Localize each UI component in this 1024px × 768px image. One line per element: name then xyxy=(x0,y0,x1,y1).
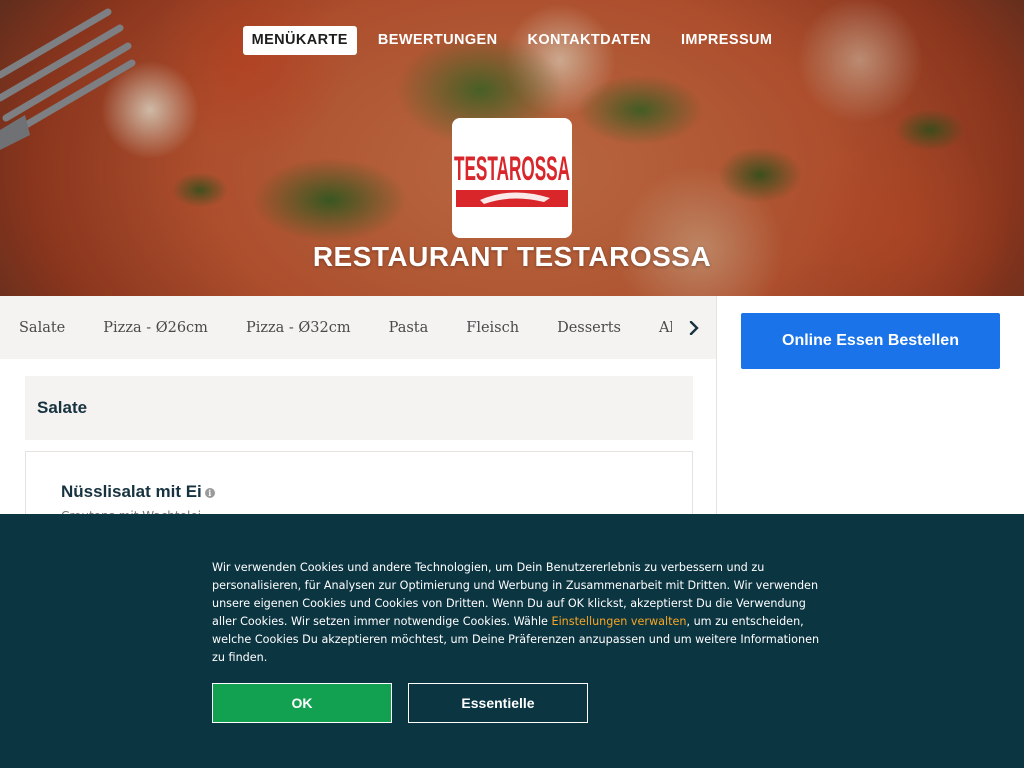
order-online-button[interactable]: Online Essen Bestellen xyxy=(741,313,1000,369)
manage-settings-link[interactable]: Einstellungen verwalten xyxy=(552,615,687,628)
menu-item-name: Nüsslisalat mit Ei xyxy=(61,482,202,501)
menu-section-header: Salate xyxy=(25,376,693,440)
nav-kontaktdaten[interactable]: KONTAKTDATEN xyxy=(518,26,659,55)
nav-impressum[interactable]: IMPRESSUM xyxy=(672,26,781,55)
category-desserts[interactable]: Desserts xyxy=(538,320,640,336)
top-navigation: MENÜKARTE BEWERTUNGEN KONTAKTDATEN IMPRE… xyxy=(0,26,1024,55)
category-pizza-32[interactable]: Pizza - Ø32cm xyxy=(227,320,370,336)
category-bar: Salate Pizza - Ø26cm Pizza - Ø32cm Pasta… xyxy=(0,296,716,359)
nav-bewertungen[interactable]: BEWERTUNGEN xyxy=(369,26,507,55)
cookie-essential-button[interactable]: Essentielle xyxy=(408,683,588,723)
restaurant-logo: TESTAROSSA xyxy=(452,118,572,238)
restaurant-name: RESTAURANT TESTAROSSA xyxy=(312,241,712,272)
category-salate[interactable]: Salate xyxy=(0,320,84,336)
chevron-right-icon xyxy=(689,320,699,335)
info-icon[interactable]: i xyxy=(204,487,215,498)
menu-item-name-row: Nüsslisalat mit Ei i xyxy=(61,482,215,502)
category-fleisch[interactable]: Fleisch xyxy=(447,320,538,336)
hero-banner: MENÜKARTE BEWERTUNGEN KONTAKTDATEN IMPRE… xyxy=(0,0,1024,296)
logo-graphic: TESTAROSSA xyxy=(454,150,570,207)
category-pasta[interactable]: Pasta xyxy=(370,320,448,336)
cookie-ok-button[interactable]: OK xyxy=(212,683,392,723)
cookie-text: Wir verwenden Cookies und andere Technol… xyxy=(212,559,822,667)
logo-text: TESTAROSSA xyxy=(454,150,570,188)
nav-menukarte[interactable]: MENÜKARTE xyxy=(242,26,357,55)
cookie-banner: Wir verwenden Cookies und andere Technol… xyxy=(0,514,1024,768)
fork-image xyxy=(0,8,136,150)
category-next-button[interactable] xyxy=(672,296,716,359)
section-title: Salate xyxy=(37,398,88,417)
category-alkohol[interactable]: Alkoh xyxy=(640,320,672,336)
category-pizza-26[interactable]: Pizza - Ø26cm xyxy=(84,320,227,336)
